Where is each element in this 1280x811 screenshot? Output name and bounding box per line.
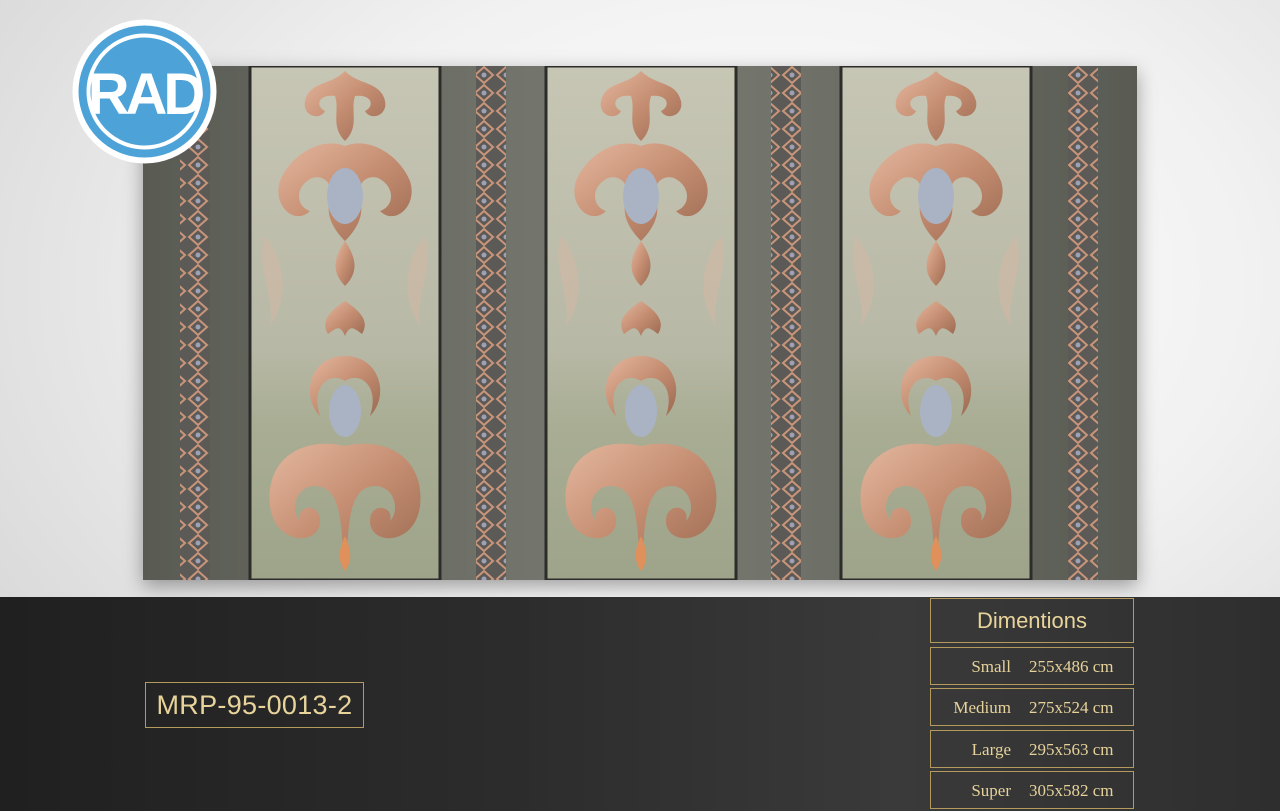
dimension-row-medium: Medium 275x524 cm (930, 688, 1134, 726)
dimensions-title: Dimentions (930, 598, 1134, 643)
dimension-row-large: Large 295x563 cm (930, 730, 1134, 768)
dimensions-title-text: Dimentions (976, 607, 1088, 633)
preview-area: RAD (0, 0, 1280, 597)
product-code-text: MRP-95-0013-2 (156, 689, 353, 720)
svg-text:RAD: RAD (88, 62, 204, 127)
rad-logo: RAD (71, 18, 218, 165)
dimension-value: 255x486 cm (1029, 657, 1114, 676)
dimension-name: Large (971, 740, 1011, 759)
dimension-value: 275x524 cm (1029, 698, 1114, 717)
dimension-name: Small (971, 657, 1011, 676)
dimension-row-super: Super 305x582 cm (930, 771, 1134, 809)
dimension-name: Medium (953, 698, 1011, 717)
product-code-label: MRP-95-0013-2 (145, 682, 364, 728)
dimension-name: Super (971, 781, 1011, 800)
dimension-row-small: Small 255x486 cm (930, 647, 1134, 685)
dimension-value: 295x563 cm (1029, 740, 1114, 759)
dimension-value: 305x582 cm (1029, 781, 1114, 800)
wallpaper-mural-image (143, 66, 1137, 580)
